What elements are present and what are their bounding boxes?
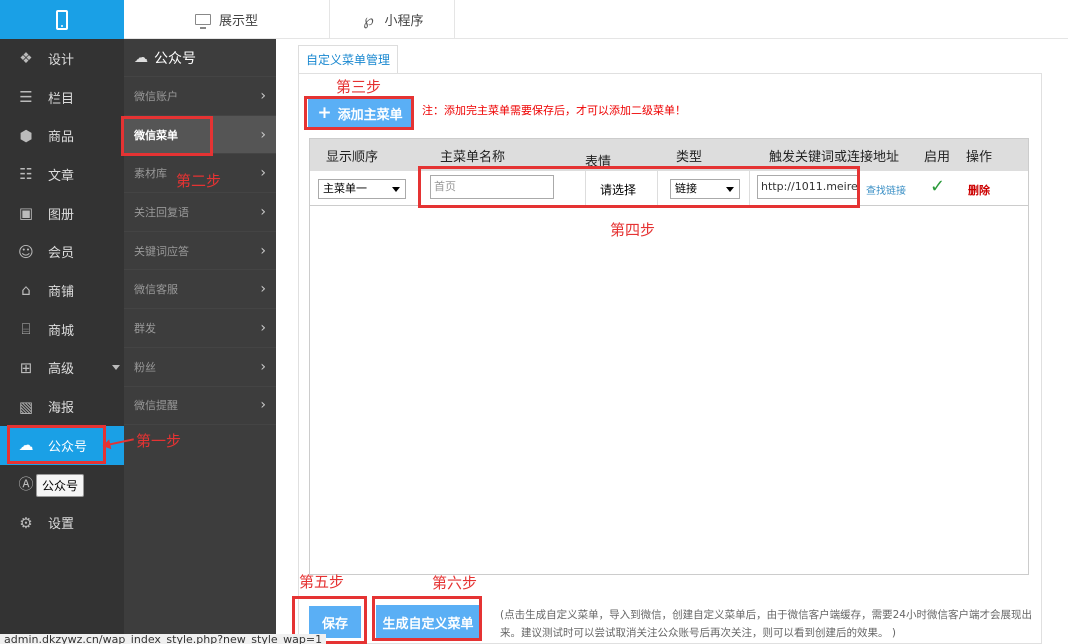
chevron-right-icon: › bbox=[260, 397, 266, 414]
sidebar-item-label: 高级 bbox=[48, 362, 75, 378]
shop-icon: ⌂ bbox=[21, 281, 31, 300]
step1-label: 第一步 bbox=[136, 432, 182, 450]
mobile-mode-button[interactable] bbox=[0, 0, 124, 39]
submenu-item-label: 微信客服 bbox=[134, 283, 178, 297]
sidebar-item-design[interactable]: ❖ 设计 bbox=[0, 39, 124, 78]
submenu-item-mass-send[interactable]: 群发 › bbox=[124, 309, 276, 348]
sidebar-item-advanced[interactable]: ⊞ 高级 bbox=[0, 349, 124, 388]
chevron-right-icon: › bbox=[260, 87, 266, 104]
submenu-title-label: 公众号 bbox=[154, 50, 196, 67]
order-select[interactable]: 主菜单一 bbox=[318, 179, 406, 199]
sidebar-item-label: 设置 bbox=[48, 517, 75, 533]
column-header: 显示顺序 bbox=[326, 149, 379, 165]
chevron-down-icon bbox=[112, 364, 120, 370]
grid-icon: ⊞ bbox=[19, 358, 33, 377]
sidebar-item-label: 设计 bbox=[48, 52, 75, 68]
submenu-item-label: 素材库 bbox=[134, 167, 167, 181]
sidebar-item-label: 海报 bbox=[48, 401, 75, 417]
submenu-item-customer-service[interactable]: 微信客服 › bbox=[124, 270, 276, 310]
column-header: 触发关键词或连接地址 bbox=[769, 149, 900, 165]
step6-label: 第六步 bbox=[432, 574, 478, 592]
submenu-item-reminder[interactable]: 微信提醒 › bbox=[124, 387, 276, 426]
submenu-item-label: 微信提醒 bbox=[134, 399, 178, 413]
phone-icon bbox=[56, 9, 68, 30]
chevron-right-icon: › bbox=[260, 165, 266, 182]
delete-link[interactable]: 删除 bbox=[968, 182, 990, 198]
user-icon: ☺ bbox=[18, 242, 34, 261]
sidebar-item-member[interactable]: ☺ 会员 bbox=[0, 232, 124, 271]
mall-icon: ⌸ bbox=[21, 320, 31, 339]
highlight-step3 bbox=[304, 96, 414, 130]
poster-icon: ▧ bbox=[18, 397, 34, 416]
step4-label: 第四步 bbox=[610, 221, 656, 239]
sidebar-item-label: 文章 bbox=[48, 168, 75, 184]
tab-label: 小程序 bbox=[384, 14, 424, 29]
submenu-item-wechat-account[interactable]: 微信账户 › bbox=[124, 77, 276, 116]
chevron-right-icon: › bbox=[260, 319, 266, 336]
highlight-step6 bbox=[372, 596, 482, 641]
sidebar-item-label: 图册 bbox=[48, 207, 75, 223]
step2-label: 第二步 bbox=[176, 172, 222, 190]
chevron-right-icon: › bbox=[260, 242, 266, 259]
sidebar-item-goods[interactable]: ⬢ 商品 bbox=[0, 116, 124, 155]
column-header: 启用 bbox=[924, 149, 951, 165]
sidebar-item-settings[interactable]: ⚙ 设置 bbox=[0, 503, 124, 542]
sidebar-item-article[interactable]: ☷ 文章 bbox=[0, 155, 124, 194]
article-icon: ☷ bbox=[19, 165, 33, 184]
sidebar-item-label: 商品 bbox=[48, 130, 75, 146]
find-link[interactable]: 查找链接 bbox=[866, 182, 906, 197]
sidebar-item-gallery[interactable]: ▣ 图册 bbox=[0, 194, 124, 233]
wechat-icon: ☁ bbox=[134, 49, 148, 66]
column-header: 操作 bbox=[966, 149, 993, 165]
submenu-item-label: 关注回复语 bbox=[134, 205, 189, 219]
column-header: 类型 bbox=[676, 149, 703, 165]
submenu-item-label: 微信账户 bbox=[134, 89, 178, 103]
highlight-step2 bbox=[121, 116, 213, 156]
tooltip: 公众号 bbox=[36, 474, 85, 497]
main-sidebar: ❖ 设计 ☰ 栏目 ⬢ 商品 ☷ 文章 ▣ 图册 ☺ 会员 ⌂ 商铺 ⌸ 商城 ⊞ 高级 ▧ 海报 … bbox=[0, 39, 124, 644]
step3-label: 第三步 bbox=[336, 78, 382, 96]
submenu-item-follow-reply[interactable]: 关注回复语 › bbox=[124, 193, 276, 232]
chevron-right-icon: › bbox=[260, 126, 266, 143]
chevron-right-icon: › bbox=[260, 358, 266, 375]
design-icon: ❖ bbox=[19, 49, 33, 68]
list-icon: ☰ bbox=[19, 88, 33, 107]
submenu-item-keyword-reply[interactable]: 关键词应答 › bbox=[124, 232, 276, 271]
submenu-title: ☁ 公众号 bbox=[124, 39, 276, 77]
enabled-check-icon[interactable]: ✓ bbox=[930, 176, 945, 197]
submenu-item-label: 关键词应答 bbox=[134, 244, 189, 258]
sidebar-item-label: 栏目 bbox=[48, 91, 75, 107]
gallery-icon: ▣ bbox=[18, 204, 34, 223]
tab-label: 展示型 bbox=[218, 14, 258, 29]
chevron-right-icon: › bbox=[260, 281, 266, 298]
tab-mini-program[interactable]: ℘ 小程序 bbox=[330, 0, 455, 39]
gear-icon: ⚙ bbox=[19, 513, 33, 532]
highlight-step1 bbox=[7, 425, 106, 464]
sidebar-item-column[interactable]: ☰ 栏目 bbox=[0, 78, 124, 117]
tab-display-type[interactable]: 展示型 bbox=[124, 0, 330, 39]
bottom-note: (点击生成自定义菜单，导入到微信，创建自定义菜单后，由于微信客户端缓存，需要24… bbox=[500, 609, 1032, 639]
monitor-icon bbox=[194, 14, 211, 29]
tab-custom-menu[interactable]: 自定义菜单管理 bbox=[298, 45, 399, 73]
sidebar-item-shop[interactable]: ⌂ 商铺 bbox=[0, 271, 124, 310]
submenu-item-label: 群发 bbox=[134, 321, 156, 335]
app-icon: Ⓐ bbox=[18, 474, 34, 493]
highlight-step4 bbox=[418, 166, 860, 208]
sidebar-item-label: 商铺 bbox=[48, 284, 75, 300]
note-text: 注：添加完主菜单需要保存后，才可以添加二级菜单！ bbox=[422, 104, 686, 117]
mini-program-icon: ℘ bbox=[363, 10, 374, 29]
chevron-right-icon: › bbox=[260, 203, 266, 220]
top-bar: 展示型 ℘ 小程序 bbox=[0, 0, 1068, 39]
box-icon: ⬢ bbox=[19, 126, 33, 145]
sidebar-item-label: 会员 bbox=[48, 246, 75, 262]
sidebar-item-poster[interactable]: ▧ 海报 bbox=[0, 387, 124, 426]
sidebar-item-label: 商城 bbox=[48, 323, 75, 339]
submenu-item-label: 粉丝 bbox=[134, 360, 156, 374]
submenu-item-fans[interactable]: 粉丝 › bbox=[124, 348, 276, 387]
sidebar-item-mall[interactable]: ⌸ 商城 bbox=[0, 310, 124, 349]
column-header: 主菜单名称 bbox=[440, 149, 506, 165]
status-url: admin.dkzywz.cn/wap_index_style.php?new_… bbox=[0, 634, 327, 644]
step5-label: 第五步 bbox=[299, 573, 345, 591]
